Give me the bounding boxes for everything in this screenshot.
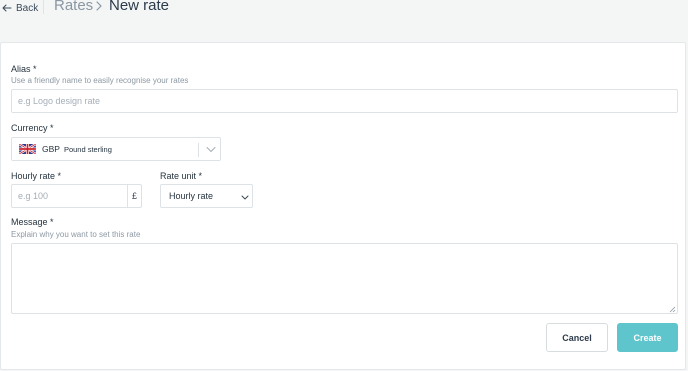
- back-label: Back: [16, 2, 39, 14]
- arrow-left-icon: [2, 4, 12, 12]
- breadcrumb-rates[interactable]: Rates: [54, 0, 93, 14]
- rate-unit-select[interactable]: Hourly rate: [160, 184, 253, 208]
- chevron-down-icon: [206, 147, 216, 152]
- header-divider: [43, 0, 44, 14]
- new-rate-form: Alias * Use a friendly name to easily re…: [0, 42, 686, 370]
- chevron-right-icon: [96, 1, 102, 11]
- create-button[interactable]: Create: [617, 323, 678, 352]
- alias-input[interactable]: [11, 89, 678, 113]
- back-link[interactable]: Back: [2, 0, 38, 16]
- cancel-button[interactable]: Cancel: [546, 323, 608, 352]
- hourly-rate-group: £: [11, 184, 142, 208]
- currency-symbol: £: [127, 185, 141, 207]
- message-label: Message *: [11, 217, 54, 227]
- uk-flag-icon: [19, 144, 36, 154]
- alias-hint: Use a friendly name to easily recognise …: [11, 76, 189, 85]
- rate-unit-value: Hourly rate: [169, 191, 214, 201]
- hourly-rate-input[interactable]: [11, 184, 142, 208]
- hourly-rate-label: Hourly rate *: [11, 171, 62, 181]
- message-textarea[interactable]: [11, 243, 678, 314]
- currency-select[interactable]: GBP Pound sterling: [11, 137, 221, 161]
- rate-unit-label: Rate unit *: [160, 171, 203, 181]
- message-hint: Explain why you want to set this rate: [11, 230, 141, 239]
- currency-label: Currency *: [11, 123, 54, 133]
- currency-code: GBP: [42, 144, 60, 154]
- caret-down-icon: [241, 195, 249, 200]
- resize-grip-icon[interactable]: [669, 306, 676, 313]
- select-divider: [198, 143, 199, 157]
- currency-name: Pound sterling: [63, 144, 112, 154]
- page-header: Back Rates New rate: [0, 0, 688, 42]
- alias-label: Alias *: [11, 64, 37, 74]
- page-title: New rate: [109, 0, 170, 14]
